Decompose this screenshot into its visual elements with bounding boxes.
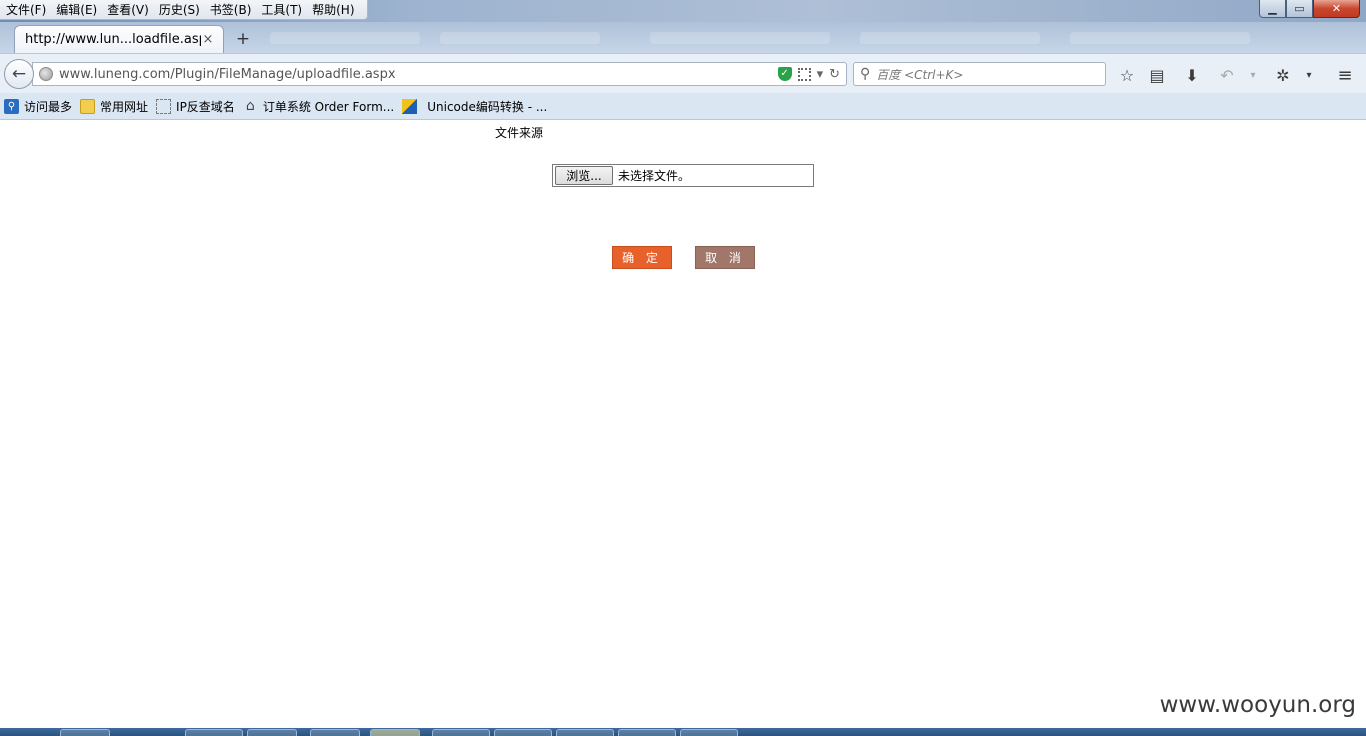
confirm-button[interactable]: 确 定 bbox=[612, 246, 672, 269]
close-icon: ✕ bbox=[1331, 2, 1342, 15]
background-tab bbox=[650, 32, 830, 44]
bug-icon: ✲ bbox=[1276, 65, 1290, 85]
background-tab bbox=[440, 32, 600, 44]
bookmarks-toolbar: ⚲ 访问最多 常用网址 IP反查域名 ⌂ 订单系统 Order Form... … bbox=[0, 93, 1366, 120]
taskbar-item[interactable] bbox=[310, 729, 360, 736]
star-icon: ☆ bbox=[1119, 65, 1135, 85]
minimize-icon: ▁ bbox=[1268, 2, 1277, 15]
bookmark-label: IP反查域名 bbox=[176, 99, 235, 114]
downloads-button[interactable]: ⬇ bbox=[1181, 64, 1203, 86]
dropdown-arrow-icon: ▾ bbox=[1306, 69, 1312, 81]
addon-dropdown[interactable]: ▾ bbox=[1298, 64, 1320, 86]
bookmark-label: 订单系统 Order Form... bbox=[262, 99, 395, 114]
dropdown-arrow-icon[interactable]: ▾ bbox=[817, 67, 824, 82]
back-button[interactable]: ← bbox=[4, 59, 34, 89]
bookmark-unicode[interactable]: Unicode编码转换 - ... bbox=[402, 98, 547, 115]
window-controls: ▁ ▭ ✕ bbox=[1259, 0, 1360, 18]
taskbar-item[interactable] bbox=[556, 729, 614, 736]
file-source-label: 文件来源 bbox=[495, 126, 544, 140]
bookmark-ip-reverse[interactable]: IP反查域名 bbox=[156, 98, 235, 115]
tab-close-icon[interactable]: × bbox=[201, 32, 215, 47]
menu-view[interactable]: 查看(V) bbox=[103, 0, 155, 20]
most-visited-icon: ⚲ bbox=[4, 98, 19, 114]
security-shield-icon[interactable]: ✓ bbox=[777, 67, 792, 81]
new-tab-button[interactable]: + bbox=[234, 30, 252, 48]
background-tab bbox=[860, 32, 1040, 44]
menu-tools[interactable]: 工具(T) bbox=[257, 0, 308, 20]
file-upload-input[interactable]: 浏览... 未选择文件。 bbox=[552, 164, 814, 187]
hamburger-menu-button[interactable]: ≡ bbox=[1334, 64, 1356, 86]
bookmark-label: 访问最多 bbox=[24, 99, 73, 114]
background-tab bbox=[1070, 32, 1250, 44]
menu-bookmarks[interactable]: 书签(B) bbox=[206, 0, 258, 20]
menu-history[interactable]: 历史(S) bbox=[155, 0, 206, 20]
taskbar-item[interactable] bbox=[432, 729, 490, 736]
bookmark-label: 常用网址 bbox=[100, 99, 149, 114]
folder-icon bbox=[80, 98, 96, 114]
window-titlebar: 文件(F) 编辑(E) 查看(V) 历史(S) 书签(B) 工具(T) 帮助(H… bbox=[0, 0, 1366, 22]
cancel-button[interactable]: 取 消 bbox=[695, 246, 755, 269]
menu-bar: 文件(F) 编辑(E) 查看(V) 历史(S) 书签(B) 工具(T) 帮助(H… bbox=[0, 0, 368, 20]
watermark: www.wooyun.org bbox=[1159, 692, 1356, 718]
url-bar-icons: ✓ ▾ ↻ bbox=[777, 67, 846, 82]
taskbar-item[interactable] bbox=[247, 729, 297, 736]
bookmarks-list-button[interactable]: ▤ bbox=[1146, 64, 1168, 86]
qr-code-icon[interactable] bbox=[797, 67, 811, 81]
search-icon: ⚲ bbox=[860, 66, 871, 82]
unicode-icon bbox=[402, 98, 418, 114]
back-arrow-icon: ← bbox=[11, 64, 27, 84]
tab-title: http://www.lun...loadfile.aspx bbox=[25, 32, 201, 47]
bookmark-most-visited[interactable]: ⚲ 访问最多 bbox=[4, 98, 72, 115]
no-file-selected-text: 未选择文件。 bbox=[618, 169, 691, 183]
undo-icon: ↶ bbox=[1220, 65, 1234, 85]
bookmark-common-sites[interactable]: 常用网址 bbox=[80, 98, 148, 115]
maximize-icon: ▭ bbox=[1294, 2, 1305, 15]
taskbar-item[interactable] bbox=[185, 729, 243, 736]
hamburger-icon: ≡ bbox=[1337, 64, 1353, 86]
tab-strip: http://www.lun...loadfile.aspx × + bbox=[0, 22, 1366, 53]
url-text[interactable]: www.luneng.com/Plugin/FileManage/uploadf… bbox=[59, 67, 778, 82]
taskbar-item[interactable] bbox=[60, 729, 110, 736]
tab-active[interactable]: http://www.lun...loadfile.aspx × bbox=[14, 25, 224, 53]
addon-button[interactable]: ✲ bbox=[1272, 64, 1294, 86]
page-content: 文件来源 浏览... 未选择文件。 确 定 取 消 bbox=[0, 121, 1366, 700]
minimize-button[interactable]: ▁ bbox=[1259, 0, 1286, 18]
taskbar-item[interactable] bbox=[494, 729, 552, 736]
search-placeholder: 百度 <Ctrl+K> bbox=[876, 67, 964, 82]
menu-edit[interactable]: 编辑(E) bbox=[52, 0, 103, 20]
taskbar-item[interactable] bbox=[680, 729, 738, 736]
clipboard-icon: ▤ bbox=[1149, 65, 1165, 85]
undo-dropdown[interactable]: ▾ bbox=[1242, 64, 1264, 86]
home-icon: ⌂ bbox=[245, 98, 255, 114]
undo-button[interactable]: ↶ bbox=[1216, 64, 1238, 86]
download-arrow-icon: ⬇ bbox=[1185, 65, 1199, 85]
search-bar[interactable]: ⚲ 百度 <Ctrl+K> bbox=[853, 62, 1106, 86]
menu-file[interactable]: 文件(F) bbox=[2, 0, 52, 20]
globe-icon bbox=[39, 67, 53, 81]
navigation-bar: www.luneng.com/Plugin/FileManage/uploadf… bbox=[0, 53, 1366, 93]
taskbar-item[interactable] bbox=[370, 729, 420, 736]
taskbar-item[interactable] bbox=[618, 729, 676, 736]
bookmark-order-form[interactable]: ⌂ 订单系统 Order Form... bbox=[243, 98, 394, 115]
bookmark-label: Unicode编码转换 - ... bbox=[427, 99, 548, 114]
bookmark-star-button[interactable]: ☆ bbox=[1116, 64, 1138, 86]
url-bar[interactable]: www.luneng.com/Plugin/FileManage/uploadf… bbox=[32, 62, 847, 86]
page-icon bbox=[156, 98, 172, 114]
maximize-button[interactable]: ▭ bbox=[1286, 0, 1313, 18]
close-window-button[interactable]: ✕ bbox=[1313, 0, 1360, 18]
menu-help[interactable]: 帮助(H) bbox=[308, 0, 360, 20]
browse-button[interactable]: 浏览... bbox=[555, 166, 613, 185]
reload-icon[interactable]: ↻ bbox=[829, 67, 840, 82]
os-taskbar bbox=[0, 728, 1366, 736]
dropdown-arrow-icon: ▾ bbox=[1250, 69, 1256, 81]
background-tab bbox=[270, 32, 420, 44]
